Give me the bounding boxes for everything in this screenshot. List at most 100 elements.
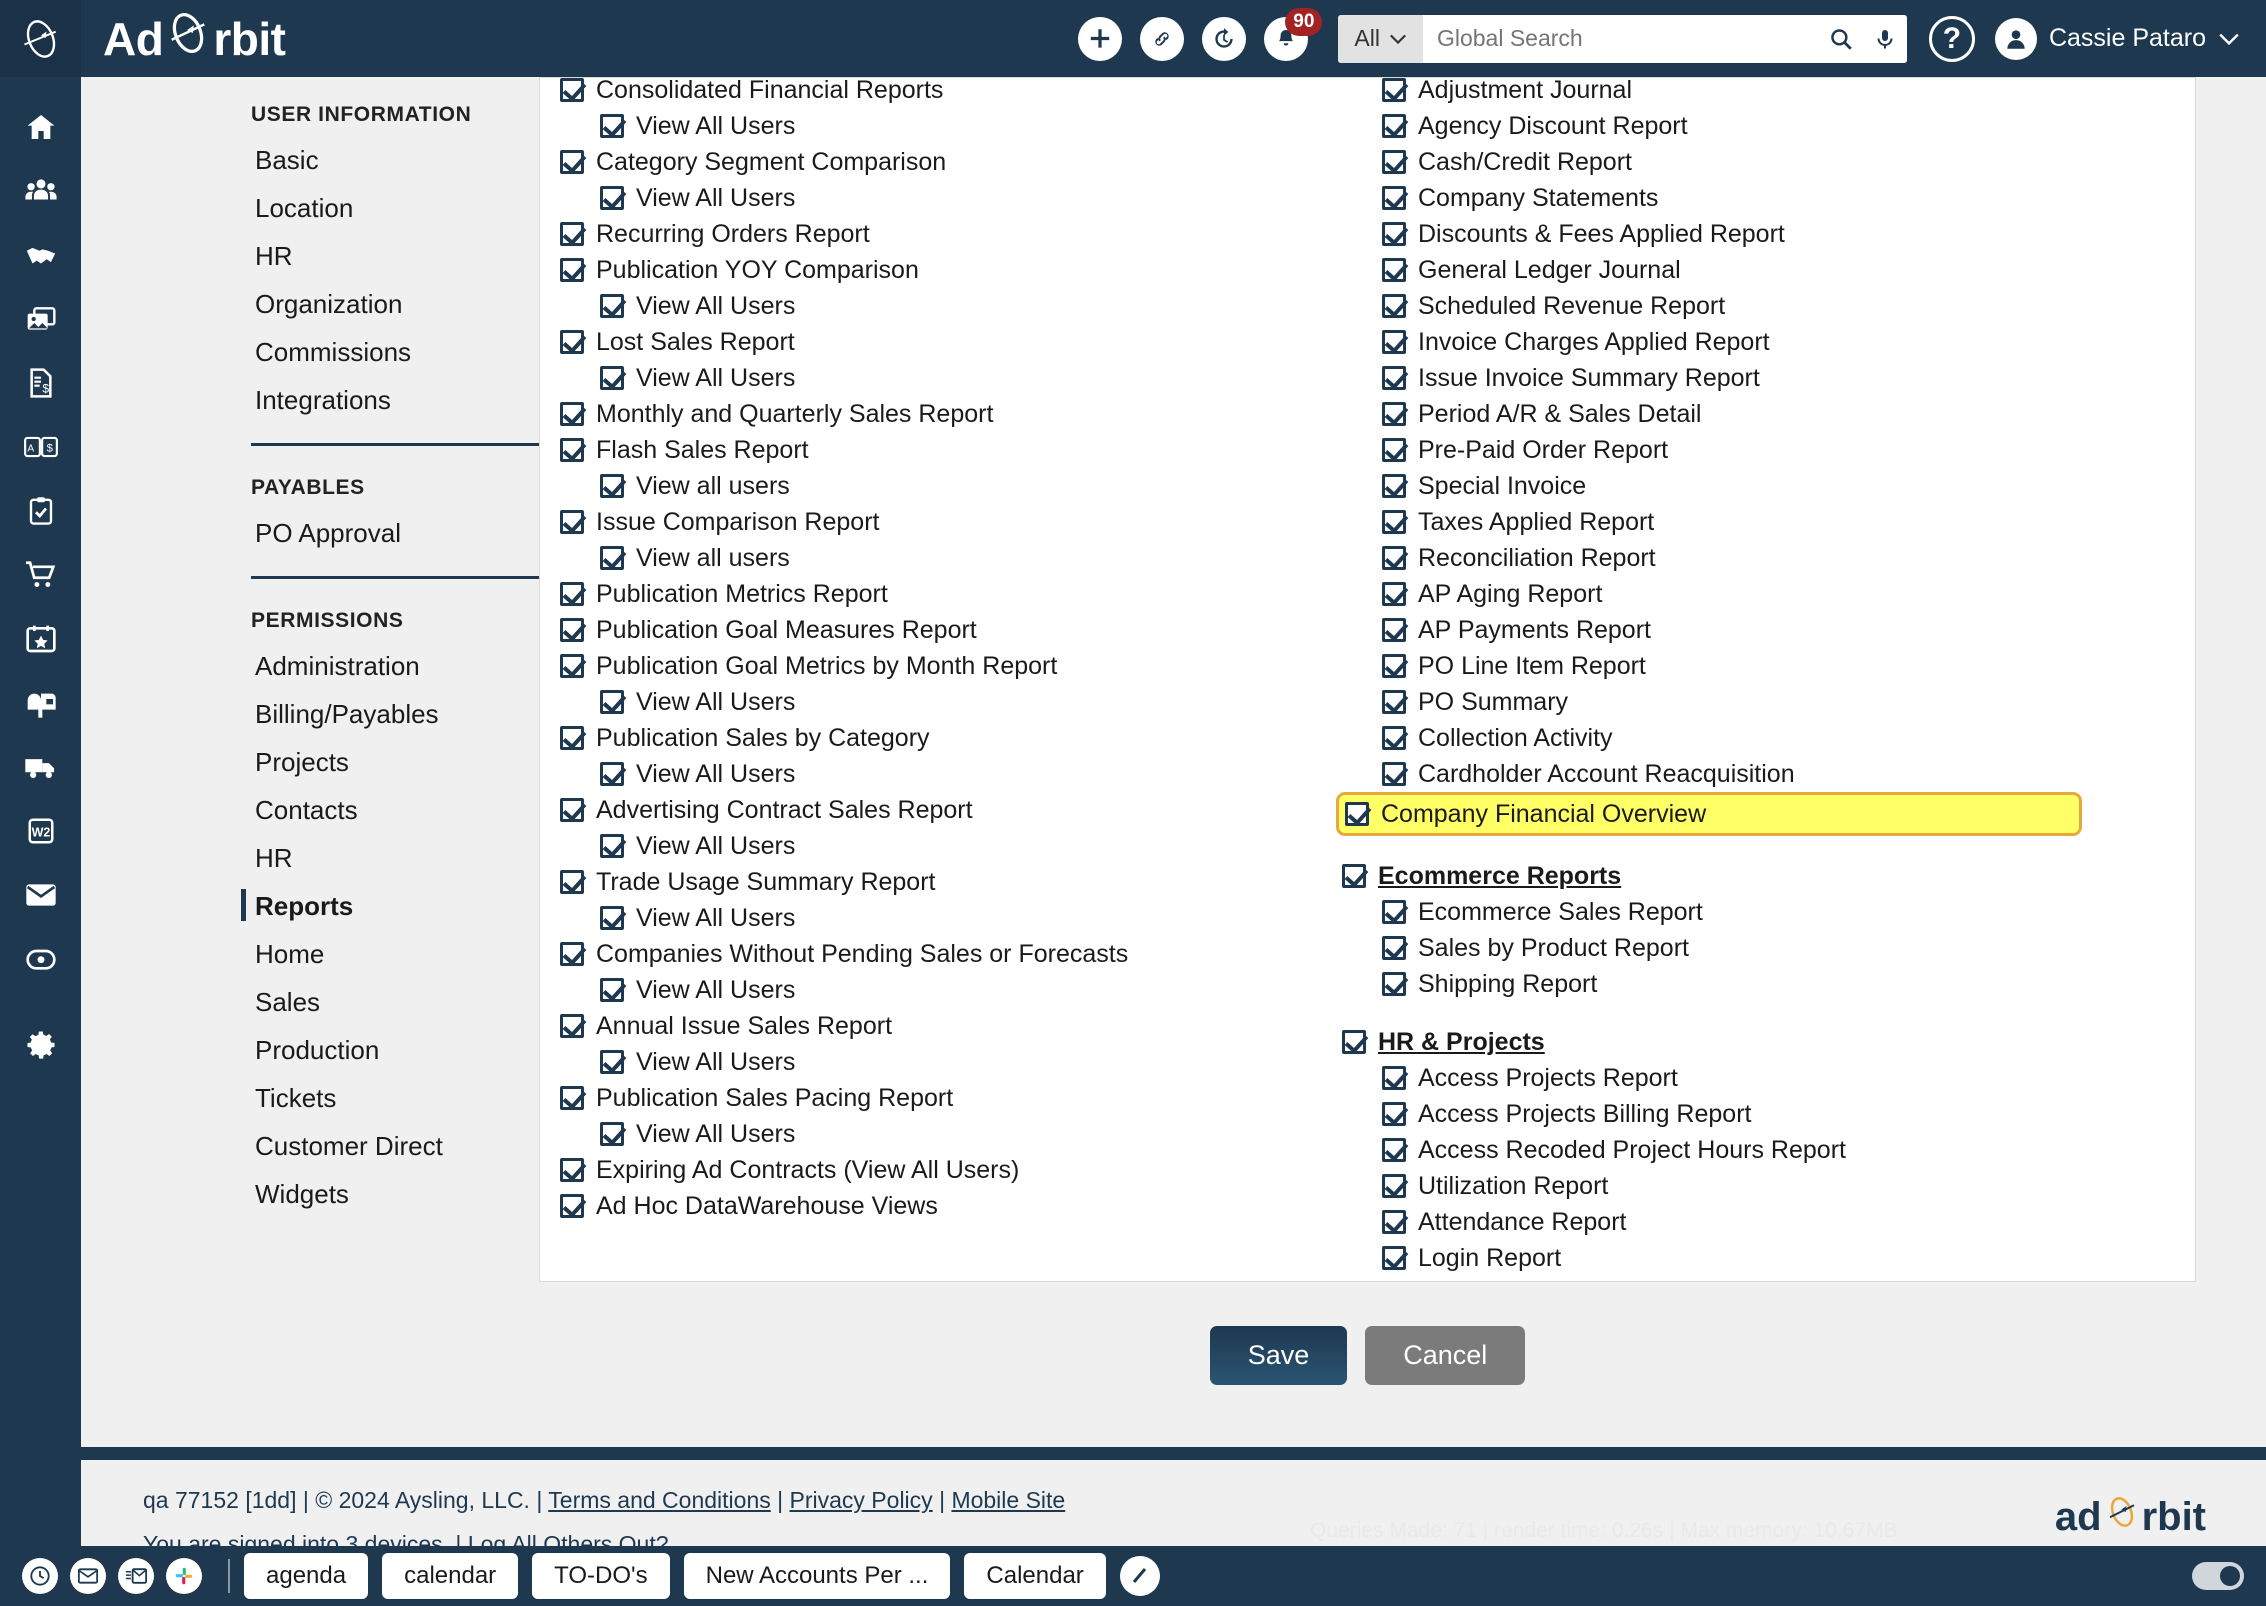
taskbar-toggle[interactable] [2192, 1562, 2244, 1590]
checkbox-icon[interactable] [1382, 972, 1406, 996]
permission-row[interactable]: Invoice Charges Applied Report [1342, 324, 2090, 360]
permission-row[interactable]: Publication Goal Measures Report [560, 612, 1330, 648]
terms-link[interactable]: Terms and Conditions [548, 1487, 770, 1513]
handshake-icon[interactable] [0, 223, 81, 287]
user-menu[interactable]: Cassie Pataro [1995, 18, 2240, 60]
permission-row[interactable]: View All Users [560, 756, 1330, 792]
permission-row[interactable]: View All Users [560, 684, 1330, 720]
checkbox-icon[interactable] [1382, 294, 1406, 318]
permission-row[interactable]: Monthly and Quarterly Sales Report [560, 396, 1330, 432]
checkbox-icon[interactable] [1382, 582, 1406, 606]
permission-row[interactable]: Lost Sales Report [560, 324, 1330, 360]
checkbox-icon[interactable] [600, 474, 624, 498]
w2-icon[interactable]: W2 [0, 799, 81, 863]
permission-row[interactable]: PO Summary [1342, 684, 2090, 720]
permission-row[interactable]: Annual Issue Sales Report [560, 1008, 1330, 1044]
media-icon[interactable] [0, 287, 81, 351]
clock-icon[interactable] [22, 1558, 58, 1594]
message-icon[interactable] [118, 1558, 154, 1594]
permission-row[interactable]: Ad Hoc DataWarehouse Views [560, 1188, 1330, 1224]
taskbar-button-agenda[interactable]: agenda [244, 1553, 368, 1599]
sidebar-item-tickets[interactable]: Tickets [81, 1075, 539, 1123]
permission-row[interactable]: Publication Sales Pacing Report [560, 1080, 1330, 1116]
checkbox-icon[interactable] [600, 546, 624, 570]
pen-icon[interactable] [1120, 1556, 1160, 1596]
permission-row[interactable]: Advertising Contract Sales Report [560, 792, 1330, 828]
permission-row[interactable]: Publication Goal Metrics by Month Report [560, 648, 1330, 684]
permission-row[interactable]: Company Statements [1342, 180, 2090, 216]
permission-row[interactable]: Access Projects Billing Report [1342, 1096, 2090, 1132]
checkbox-icon[interactable] [560, 258, 584, 282]
checkbox-icon[interactable] [1382, 1102, 1406, 1126]
checkbox-icon[interactable] [600, 762, 624, 786]
sidebar-item-widgets[interactable]: Widgets [81, 1171, 539, 1219]
permission-row[interactable]: Cash/Credit Report [1342, 144, 2090, 180]
checkbox-icon[interactable] [1382, 474, 1406, 498]
checkbox-icon[interactable] [600, 294, 624, 318]
taskbar-button-calendar[interactable]: calendar [382, 1553, 518, 1599]
checkbox-icon[interactable] [1382, 1174, 1406, 1198]
sidebar-item-commissions[interactable]: Commissions [81, 329, 539, 377]
taskbar-button-calendar-2[interactable]: Calendar [964, 1553, 1105, 1599]
permission-row[interactable]: Access Projects Report [1342, 1060, 2090, 1096]
checkbox-icon[interactable] [1382, 222, 1406, 246]
checkbox-icon[interactable] [600, 366, 624, 390]
permission-row[interactable]: Access Recoded Project Hours Report [1342, 1132, 2090, 1168]
people-icon[interactable] [0, 159, 81, 223]
permission-row[interactable]: Trade Usage Summary Report [560, 864, 1330, 900]
checkbox-icon[interactable] [600, 978, 624, 1002]
checkbox-icon[interactable] [1342, 1030, 1366, 1054]
search-input[interactable] [1423, 15, 1819, 63]
sidebar-item-production[interactable]: Production [81, 1027, 539, 1075]
permission-row[interactable]: General Ledger Journal [1342, 252, 2090, 288]
checkbox-icon[interactable] [560, 330, 584, 354]
permission-row[interactable]: Reconciliation Report [1342, 540, 2090, 576]
cancel-button[interactable]: Cancel [1365, 1326, 1525, 1385]
permission-row[interactable]: Login Report [1342, 1240, 2090, 1276]
checkbox-icon[interactable] [1382, 546, 1406, 570]
permission-row[interactable]: Cardholder Account Reacquisition [1342, 756, 2090, 792]
link-icon[interactable] [1140, 17, 1184, 61]
sidebar-item-location[interactable]: Location [81, 185, 539, 233]
checkbox-icon[interactable] [1382, 330, 1406, 354]
checkbox-icon[interactable] [1382, 1246, 1406, 1270]
checkbox-icon[interactable] [560, 222, 584, 246]
checkbox-icon[interactable] [1382, 114, 1406, 138]
checkbox-icon[interactable] [600, 114, 624, 138]
sidebar-item-reports[interactable]: Reports [81, 883, 539, 931]
permission-row[interactable]: Ecommerce Sales Report [1342, 894, 2090, 930]
permission-row[interactable]: Expiring Ad Contracts (View All Users) [560, 1152, 1330, 1188]
permission-row[interactable]: Companies Without Pending Sales or Forec… [560, 936, 1330, 972]
permission-row[interactable]: View All Users [560, 108, 1330, 144]
help-icon[interactable]: ? [1929, 16, 1975, 62]
permission-row[interactable]: Utilization Report [1342, 1168, 2090, 1204]
sidebar-item-hr[interactable]: HR [81, 233, 539, 281]
ap-ar-icon[interactable]: A$ [0, 415, 81, 479]
checkbox-icon[interactable] [1382, 1066, 1406, 1090]
checkbox-icon[interactable] [600, 690, 624, 714]
checkbox-icon[interactable] [560, 78, 584, 102]
checkbox-icon[interactable] [560, 150, 584, 174]
checkbox-icon[interactable] [1342, 864, 1366, 888]
home-icon[interactable] [0, 95, 81, 159]
checkbox-icon[interactable] [560, 1158, 584, 1182]
clipboard-check-icon[interactable] [0, 479, 81, 543]
taskbar-button-new-accounts[interactable]: New Accounts Per ... [684, 1553, 951, 1599]
permission-row[interactable]: View All Users [560, 360, 1330, 396]
permission-row[interactable]: Recurring Orders Report [560, 216, 1330, 252]
checkbox-icon[interactable] [560, 870, 584, 894]
permission-group-header[interactable]: HR & Projects [1342, 1024, 2090, 1060]
checkbox-icon[interactable] [1382, 900, 1406, 924]
privacy-link[interactable]: Privacy Policy [790, 1487, 933, 1513]
permission-row[interactable]: View all users [560, 540, 1330, 576]
history-icon[interactable] [1202, 17, 1246, 61]
permission-row[interactable]: Publication YOY Comparison [560, 252, 1330, 288]
permission-row[interactable]: Consolidated Financial Reports [560, 77, 1330, 108]
calendar-star-icon[interactable] [0, 607, 81, 671]
permission-row[interactable]: View all users [560, 468, 1330, 504]
permission-row[interactable]: Pre-Paid Order Report [1342, 432, 2090, 468]
checkbox-icon[interactable] [1382, 150, 1406, 174]
mailbox-icon[interactable] [0, 671, 81, 735]
permission-row[interactable]: AP Payments Report [1342, 612, 2090, 648]
checkbox-icon[interactable] [560, 1014, 584, 1038]
